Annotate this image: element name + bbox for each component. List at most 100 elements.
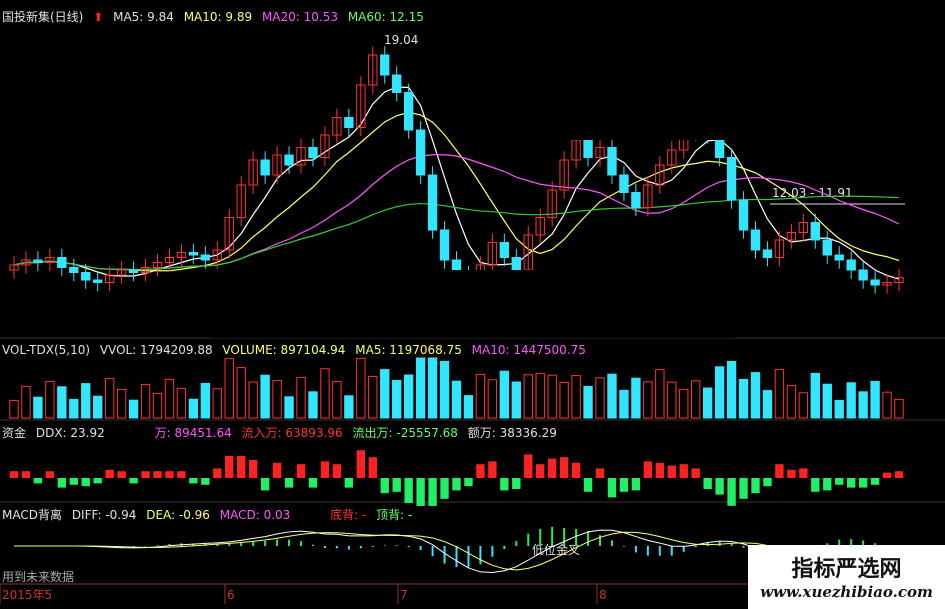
volume-bar bbox=[152, 392, 163, 419]
fund-inflow-bar bbox=[368, 457, 377, 478]
candle-body bbox=[200, 254, 211, 261]
fund-outflow-bar bbox=[846, 478, 856, 488]
fund-outflow-bar bbox=[512, 478, 521, 489]
volume-bar bbox=[846, 382, 856, 419]
fund-outflow-bar bbox=[703, 478, 712, 489]
volume-bar bbox=[176, 387, 187, 419]
fund-outflow-bar bbox=[440, 478, 449, 499]
volume-bar bbox=[308, 391, 318, 419]
candle-body bbox=[284, 154, 294, 166]
volume-bar bbox=[104, 378, 115, 419]
volume-bar bbox=[667, 381, 677, 419]
volume-bar bbox=[380, 369, 390, 419]
fund-outflow-bar bbox=[835, 478, 844, 485]
volume-bar bbox=[403, 374, 414, 419]
volume-bar bbox=[894, 398, 904, 419]
volume-bar bbox=[93, 395, 103, 419]
volume-bar bbox=[726, 360, 737, 419]
fund-inflow-bar bbox=[105, 469, 114, 478]
fund-inflow-bar bbox=[667, 465, 676, 478]
volume-bar bbox=[834, 399, 844, 419]
volume-bar bbox=[451, 380, 462, 419]
candle-body bbox=[726, 157, 737, 201]
volume-bar bbox=[284, 396, 294, 419]
fund-inflow-bar bbox=[141, 471, 150, 478]
fund-outflow-bar bbox=[308, 478, 318, 488]
fund-outflow-bar bbox=[416, 478, 425, 506]
candle-body bbox=[57, 257, 67, 268]
fund-outflow-bar bbox=[284, 478, 294, 488]
candle-body bbox=[93, 279, 103, 283]
fund-outflow-bar bbox=[727, 478, 736, 506]
fund-outflow-bar bbox=[33, 478, 43, 484]
candle-body bbox=[870, 279, 880, 286]
volume-bar bbox=[691, 380, 701, 419]
fund-outflow-bar bbox=[583, 478, 593, 492]
volume-bar bbox=[822, 383, 832, 419]
candle-body bbox=[427, 174, 438, 231]
fund-inflow-bar bbox=[787, 469, 796, 478]
volume-bar bbox=[320, 368, 330, 419]
fund-outflow-bar bbox=[93, 478, 102, 484]
candle-body bbox=[750, 229, 761, 251]
candle-body bbox=[583, 139, 593, 158]
volume-bar bbox=[272, 380, 282, 419]
volume-bar bbox=[69, 398, 79, 419]
fund-outflow-bar bbox=[380, 478, 389, 494]
candle-body bbox=[834, 254, 844, 261]
candle-body bbox=[619, 174, 629, 193]
volume-bar bbox=[643, 381, 653, 419]
volume-bar bbox=[559, 381, 569, 419]
candle-body bbox=[33, 259, 43, 263]
volume-bar bbox=[810, 372, 820, 419]
candle-body bbox=[607, 147, 617, 176]
candle-body bbox=[499, 242, 510, 258]
volume-bar bbox=[535, 372, 545, 419]
volume-bar bbox=[368, 375, 378, 419]
candle-body bbox=[344, 117, 354, 128]
volume-bar bbox=[21, 385, 31, 419]
volume-bar bbox=[487, 379, 498, 419]
volume-bar bbox=[583, 385, 593, 419]
x-axis-label: 6 bbox=[227, 588, 235, 602]
volume-bar bbox=[81, 383, 91, 419]
volume-bar bbox=[188, 398, 199, 419]
volume-bar bbox=[463, 395, 474, 419]
volume-bar bbox=[116, 388, 127, 419]
fund-inflow-bar bbox=[691, 468, 700, 478]
volume-bar bbox=[415, 357, 426, 419]
fund-inflow-bar bbox=[320, 461, 330, 478]
fund-inflow-bar bbox=[225, 455, 234, 478]
fund-outflow-bar bbox=[464, 478, 473, 487]
candle-body bbox=[631, 192, 641, 208]
fund-inflow-bar bbox=[45, 471, 55, 478]
fund-inflow-bar bbox=[296, 464, 306, 478]
fund-inflow-bar bbox=[643, 461, 653, 478]
volume-bar bbox=[475, 373, 486, 419]
volume-bar bbox=[33, 396, 43, 419]
fund-outflow-bar bbox=[428, 478, 437, 506]
candle-body bbox=[128, 269, 139, 273]
fund-inflow-bar bbox=[272, 462, 282, 478]
fund-outflow-bar bbox=[404, 478, 413, 503]
fund-inflow-bar bbox=[524, 454, 533, 478]
fund-outflow-bar bbox=[452, 478, 461, 491]
candle-body bbox=[380, 54, 390, 76]
candle-body bbox=[260, 159, 270, 176]
fund-outflow-bar bbox=[715, 478, 724, 495]
watermark-title: 指标严选网 bbox=[791, 557, 902, 582]
fund-outflow-bar bbox=[189, 478, 198, 484]
volume-bar bbox=[595, 377, 605, 419]
watermark-url: www.xuezhibiao.com bbox=[760, 583, 933, 601]
volume-bar bbox=[344, 395, 354, 419]
volume-bar bbox=[128, 399, 139, 419]
fund-inflow-bar bbox=[559, 457, 569, 478]
fund-outflow-bar bbox=[201, 478, 210, 485]
fund-inflow-bar bbox=[248, 460, 258, 478]
volume-bar bbox=[714, 366, 725, 419]
volume-bar bbox=[140, 383, 151, 419]
fund-inflow-bar bbox=[775, 464, 784, 478]
x-axis-label: 7 bbox=[400, 588, 408, 602]
fund-inflow-bar bbox=[571, 462, 581, 478]
fund-inflow-bar bbox=[488, 461, 497, 478]
